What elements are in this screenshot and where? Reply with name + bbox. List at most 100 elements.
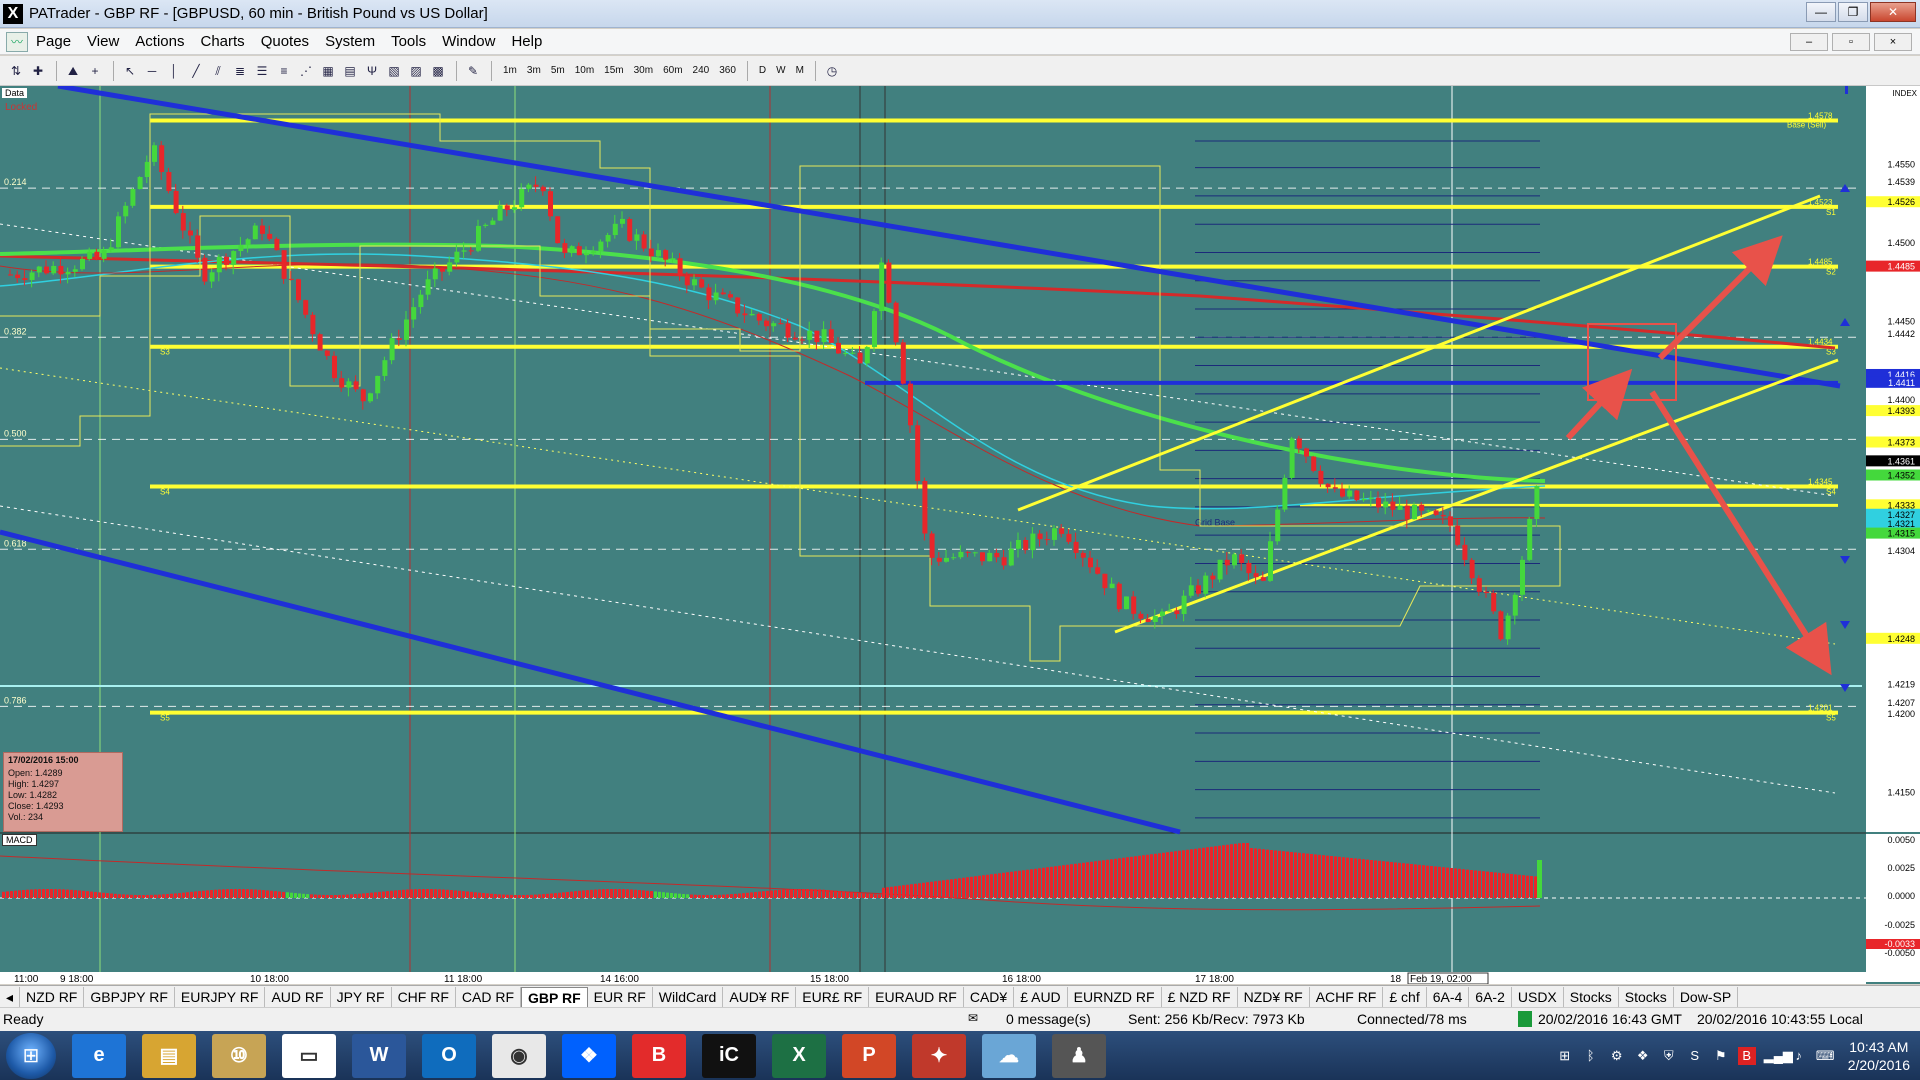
flag-icon[interactable]: ⚑	[1712, 1047, 1730, 1065]
menu-page[interactable]: Page	[28, 33, 79, 50]
minimize-button[interactable]: —	[1806, 2, 1836, 22]
symbol-tab[interactable]: 6A-4	[1427, 986, 1470, 1007]
people-app-icon[interactable]: ♟	[1052, 1033, 1106, 1078]
start-button[interactable]: ⊞	[6, 1032, 56, 1079]
trendline-icon[interactable]: ╱	[186, 61, 206, 81]
blank-window-icon[interactable]: ▭	[282, 1033, 336, 1078]
vline-icon[interactable]: │	[164, 61, 184, 81]
tf-360[interactable]: 360	[714, 65, 741, 76]
gann-icon[interactable]: ▧	[384, 61, 404, 81]
network-icon[interactable]: ⚙	[1608, 1047, 1626, 1065]
windows-store-icon[interactable]: ⊞	[1556, 1047, 1574, 1065]
tf-5m[interactable]: 5m	[546, 65, 570, 76]
chart-area[interactable]: 0.214 0.382 0.500 0.618 0.786 1.4578 1.4523 1.4…	[0, 86, 1920, 984]
menu-quotes[interactable]: Quotes	[253, 33, 317, 50]
tf-10m[interactable]: 10m	[570, 65, 599, 76]
symbol-tab[interactable]: Dow-SP	[1674, 986, 1739, 1007]
draw-icon[interactable]: ✎	[463, 61, 483, 81]
symbol-tab[interactable]: EUR£ RF	[796, 986, 870, 1007]
symbol-tab[interactable]: NZD RF	[20, 986, 85, 1007]
word-icon[interactable]: W	[352, 1033, 406, 1078]
cursor-cross-icon[interactable]: ⇅	[6, 61, 26, 81]
b-app-icon[interactable]: B	[632, 1033, 686, 1078]
menu-help[interactable]: Help	[503, 33, 550, 50]
bluetooth-icon[interactable]: ᛒ	[1582, 1047, 1600, 1065]
chart-menu-icon[interactable]: 〰	[6, 31, 28, 52]
tf-m[interactable]: M	[791, 65, 809, 76]
symbol-tab[interactable]: JPY RF	[331, 986, 392, 1007]
clock[interactable]: 10:43 AM 2/20/2016	[1848, 1038, 1910, 1074]
symbol-tab[interactable]: USDX	[1512, 986, 1564, 1007]
outlook-icon[interactable]: O	[422, 1033, 476, 1078]
tf-3m[interactable]: 3m	[522, 65, 546, 76]
crosshair-red-icon[interactable]: ✚	[28, 61, 48, 81]
symbol-tab[interactable]: AUD RF	[265, 986, 331, 1007]
menu-charts[interactable]: Charts	[193, 33, 253, 50]
excel-icon[interactable]: X	[772, 1033, 826, 1078]
fan-icon[interactable]: ⋰	[296, 61, 316, 81]
sync-icon[interactable]: S	[1686, 1047, 1704, 1065]
dropbox-tray-icon[interactable]: ❖	[1634, 1047, 1652, 1065]
pitchfork-icon[interactable]: Ψ	[362, 61, 382, 81]
mdi-close-button[interactable]: ×	[1874, 33, 1912, 51]
mdi-minimize-button[interactable]: –	[1790, 33, 1828, 51]
cycle-icon[interactable]: ▩	[428, 61, 448, 81]
tabs-scroll-left-icon[interactable]: ◂	[0, 986, 21, 1007]
symbol-tab[interactable]: GBP RF	[521, 986, 588, 1007]
security-icon[interactable]: ⛨	[1660, 1047, 1678, 1065]
pointer-icon[interactable]: ↖	[120, 61, 140, 81]
symbol-tab[interactable]: CAD RF	[456, 986, 522, 1007]
maximize-button[interactable]: ❐	[1838, 2, 1868, 22]
symbol-tab[interactable]: EUR RF	[588, 986, 653, 1007]
hline-icon[interactable]: ─	[142, 61, 162, 81]
symbol-tab[interactable]: 6A-2	[1469, 986, 1512, 1007]
dropbox-icon[interactable]: ❖	[562, 1033, 616, 1078]
symbol-tab[interactable]: Stocks	[1619, 986, 1674, 1007]
explorer-icon[interactable]: ▤	[142, 1033, 196, 1078]
ie-icon[interactable]: e	[72, 1033, 126, 1078]
mdi-restore-button[interactable]: ▫	[1832, 33, 1870, 51]
grid-icon[interactable]: ▦	[318, 61, 338, 81]
b-tray-icon[interactable]: B	[1737, 1046, 1756, 1065]
mail-icon[interactable]: ✉	[968, 1011, 978, 1025]
clock-icon[interactable]: ◷	[822, 61, 842, 81]
symbol-tab[interactable]: EURAUD RF	[869, 986, 964, 1007]
keyboard-icon[interactable]: ⌨	[1816, 1047, 1835, 1065]
symbol-tab[interactable]: EURJPY RF	[175, 986, 266, 1007]
tf-240[interactable]: 240	[688, 65, 715, 76]
fib-ext-icon[interactable]: ☰	[252, 61, 272, 81]
symbol-tab[interactable]: GBPJPY RF	[84, 986, 175, 1007]
symbol-tab[interactable]: Stocks	[1564, 986, 1619, 1007]
symbol-tab[interactable]: CAD¥	[964, 986, 1015, 1007]
menu-system[interactable]: System	[317, 33, 383, 50]
volume-icon[interactable]: ♪	[1790, 1047, 1808, 1065]
menu-actions[interactable]: Actions	[127, 33, 192, 50]
calendar-icon[interactable]: ⑩	[212, 1033, 266, 1078]
tf-1m[interactable]: 1m	[498, 65, 522, 76]
signal-icon[interactable]: ▂▄▆	[1764, 1047, 1793, 1065]
symbol-tab[interactable]: £ chf	[1383, 986, 1427, 1007]
menu-view[interactable]: View	[79, 33, 127, 50]
symbol-tab[interactable]: WildCard	[653, 986, 724, 1007]
symbol-tab[interactable]: £ NZD RF	[1162, 986, 1238, 1007]
levels-icon[interactable]: ▤	[340, 61, 360, 81]
tf-30m[interactable]: 30m	[629, 65, 658, 76]
chrome-icon[interactable]: ◉	[492, 1033, 546, 1078]
ic-app-icon[interactable]: iC	[702, 1033, 756, 1078]
channel-icon[interactable]: ⫽	[208, 61, 228, 81]
fib-red-icon[interactable]: ≡	[274, 61, 294, 81]
crosshair-icon[interactable]: +	[85, 61, 105, 81]
close-button[interactable]: ✕	[1870, 2, 1916, 22]
tf-d[interactable]: D	[754, 65, 771, 76]
symbol-tab[interactable]: £ AUD	[1014, 986, 1068, 1007]
pattern-icon[interactable]: ▨	[406, 61, 426, 81]
network-app-icon[interactable]: ☁	[982, 1033, 1036, 1078]
app-eagle-icon[interactable]: ✦	[912, 1033, 966, 1078]
menu-window[interactable]: Window	[434, 33, 503, 50]
price-chart[interactable]: 0.2140.3820.5000.6180.7861.45781.45231.4…	[0, 86, 1920, 984]
tf-60m[interactable]: 60m	[658, 65, 687, 76]
tf-15m[interactable]: 15m	[599, 65, 628, 76]
fib-icon[interactable]: ≣	[230, 61, 250, 81]
menu-tools[interactable]: Tools	[383, 33, 434, 50]
symbol-tab[interactable]: AUD¥ RF	[723, 986, 797, 1007]
